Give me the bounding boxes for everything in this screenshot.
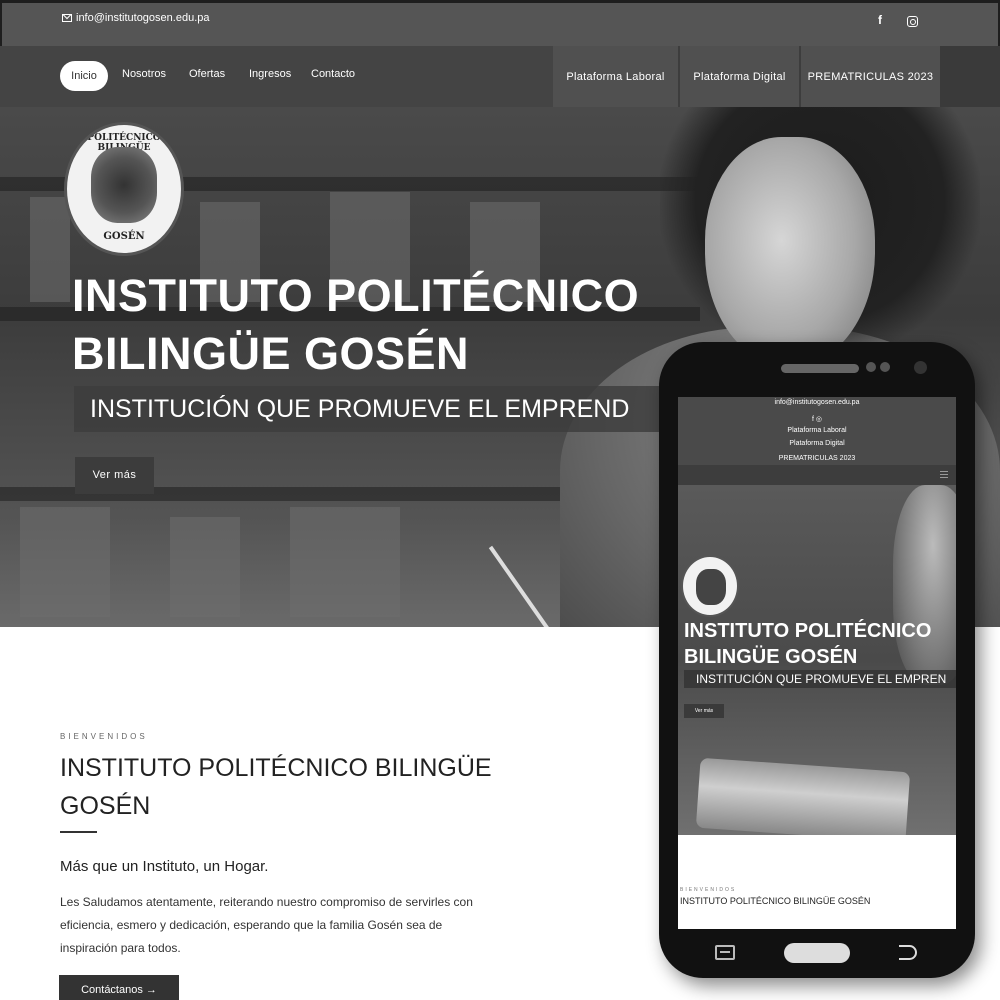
book bbox=[30, 197, 70, 302]
institute-logo[interactable]: POLITÉCNICO BILINGÜE GOSÉN bbox=[64, 122, 184, 256]
mobile-welcome-title: INSTITUTO POLITÉCNICO BILINGÜE GOSÉN bbox=[680, 896, 871, 906]
nav-links-area: Inicio Nosotros Ofertas Ingresos Contact… bbox=[0, 46, 553, 107]
mobile-welcome-kicker: BIENVENIDOS bbox=[680, 887, 737, 893]
email-text: info@institutogosen.edu.pa bbox=[76, 12, 210, 24]
phone-sensor bbox=[866, 362, 876, 372]
book bbox=[170, 517, 240, 617]
phone-back-button-icon[interactable] bbox=[899, 945, 917, 960]
logo-emblem-icon bbox=[91, 147, 157, 223]
title-divider bbox=[60, 831, 97, 833]
mobile-prematriculas[interactable]: PREMATRICULAS 2023 bbox=[678, 455, 956, 462]
mobile-hero-subtitle: INSTITUCIÓN QUE PROMUEVE EL EMPREN bbox=[684, 670, 956, 688]
phone-home-button[interactable] bbox=[784, 943, 850, 963]
nav-nosotros[interactable]: Nosotros bbox=[122, 68, 166, 80]
student-photo-face bbox=[705, 137, 875, 367]
phone-speaker bbox=[781, 364, 859, 373]
mobile-hero-title: INSTITUTO POLITÉCNICO BILINGÜE GOSÉN bbox=[684, 618, 931, 670]
mobile-plataforma-digital[interactable]: Plataforma Digital bbox=[678, 440, 956, 447]
mobile-ver-mas-button[interactable]: Ver más bbox=[684, 704, 724, 718]
mobile-social-icons[interactable]: f ◎ bbox=[678, 415, 956, 423]
mobile-hero-title-line2: BILINGÜE GOSÉN bbox=[684, 646, 858, 668]
pencil-image bbox=[488, 545, 556, 627]
mobile-welcome-section: BIENVENIDOS INSTITUTO POLITÉCNICO BILING… bbox=[678, 835, 956, 929]
mobile-logo[interactable] bbox=[681, 555, 739, 617]
welcome-kicker: BIENVENIDOS bbox=[60, 732, 148, 741]
welcome-tagline: Más que un Instituto, un Hogar. bbox=[60, 858, 269, 875]
mobile-email[interactable]: info@institutogosen.edu.pa bbox=[678, 399, 956, 406]
nav-ofertas[interactable]: Ofertas bbox=[189, 68, 225, 80]
nav-contacto[interactable]: Contacto bbox=[311, 68, 355, 80]
phone-sensor bbox=[880, 362, 890, 372]
hamburger-menu-icon[interactable] bbox=[940, 471, 948, 478]
nav-plataforma-digital[interactable]: Plataforma Digital bbox=[680, 46, 799, 107]
phone-camera-icon bbox=[914, 361, 927, 374]
mobile-top-bar: info@institutogosen.edu.pa f ◎ Plataform… bbox=[678, 397, 956, 465]
nav-end-block bbox=[940, 46, 1000, 107]
facebook-icon[interactable]: f bbox=[878, 13, 882, 27]
nav-inicio[interactable]: Inicio bbox=[60, 61, 108, 91]
nav-ingresos[interactable]: Ingresos bbox=[249, 68, 291, 80]
main-nav: Inicio Nosotros Ofertas Ingresos Contact… bbox=[0, 46, 1000, 107]
mobile-plataforma-laboral[interactable]: Plataforma Laboral bbox=[678, 427, 956, 434]
welcome-body: Les Saludamos atentamente, reiterando nu… bbox=[60, 895, 473, 955]
hero-title-line1: INSTITUTO POLITÉCNICO bbox=[72, 270, 640, 321]
logo-bottom-text: GOSÉN bbox=[103, 231, 145, 242]
book bbox=[20, 507, 110, 617]
phone-menu-button-icon[interactable] bbox=[715, 945, 735, 960]
nav-prematriculas[interactable]: PREMATRICULAS 2023 bbox=[801, 46, 940, 107]
nav-plataforma-laboral[interactable]: Plataforma Laboral bbox=[553, 46, 678, 107]
contactanos-button[interactable]: Contáctanos → bbox=[59, 975, 179, 1000]
mobile-book-image bbox=[695, 757, 911, 835]
instagram-icon[interactable] bbox=[907, 16, 918, 27]
top-email[interactable]: info@institutogosen.edu.pa bbox=[62, 12, 209, 24]
mobile-logo-emblem-icon bbox=[696, 569, 726, 605]
ver-mas-button[interactable]: Ver más bbox=[75, 457, 154, 494]
hero-title: INSTITUTO POLITÉCNICO BILINGÜE GOSÉN bbox=[72, 267, 639, 383]
top-bar: info@institutogosen.edu.pa f bbox=[0, 0, 1000, 46]
mobile-hero: INSTITUTO POLITÉCNICO BILINGÜE GOSÉN INS… bbox=[678, 485, 956, 835]
book bbox=[290, 507, 400, 617]
phone-screen: info@institutogosen.edu.pa f ◎ Plataform… bbox=[678, 397, 956, 929]
mobile-navbar bbox=[678, 465, 956, 485]
phone-mockup: info@institutogosen.edu.pa f ◎ Plataform… bbox=[659, 342, 975, 978]
welcome-title: INSTITUTO POLITÉCNICO BILINGÜE GOSÉN bbox=[60, 754, 492, 820]
mobile-hero-title-line1: INSTITUTO POLITÉCNICO bbox=[684, 620, 932, 642]
envelope-icon bbox=[62, 14, 72, 22]
hero-subtitle: INSTITUCIÓN QUE PROMUEVE EL EMPREND bbox=[74, 386, 674, 432]
hero-title-line2: BILINGÜE GOSÉN bbox=[72, 328, 470, 379]
